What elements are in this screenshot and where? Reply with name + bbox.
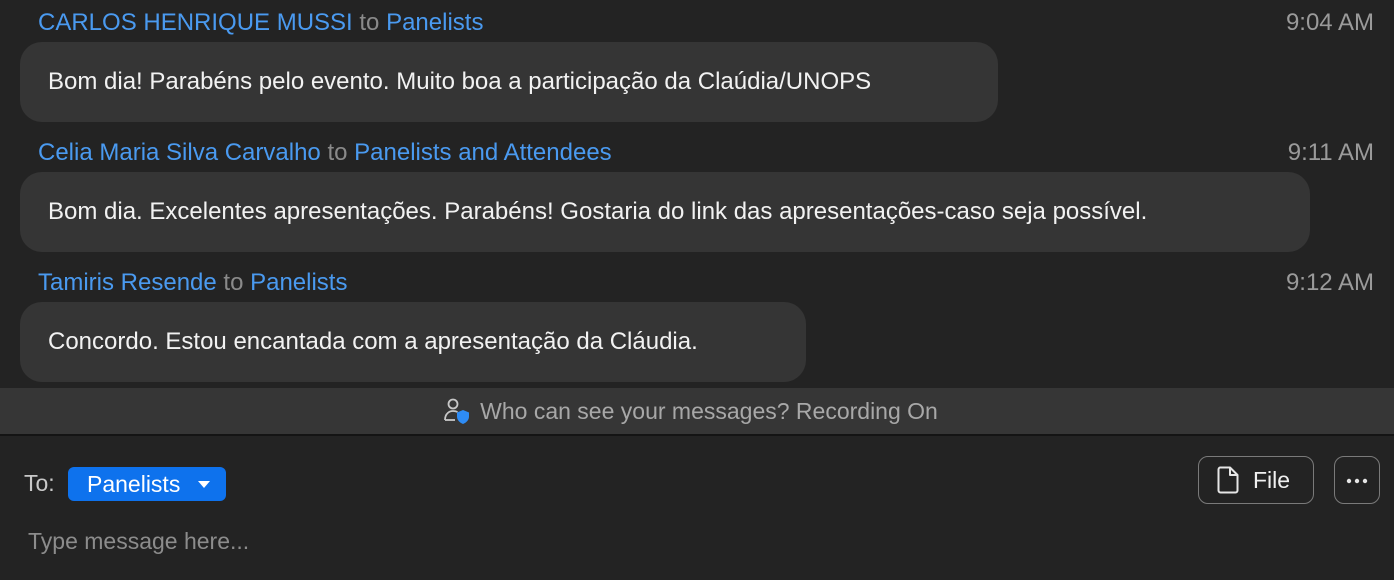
message-bubble[interactable]: Concordo. Estou encantada com a apresent… xyxy=(20,302,806,382)
message-sender[interactable]: CARLOS HENRIQUE MUSSI xyxy=(38,9,353,36)
message-to-word: to xyxy=(327,139,348,166)
file-icon xyxy=(1217,466,1239,494)
message-sender[interactable]: Tamiris Resende xyxy=(38,269,217,296)
message-time: 9:12 AM xyxy=(1285,269,1374,296)
message-input[interactable] xyxy=(28,524,1368,558)
file-button-label: File xyxy=(1253,466,1291,493)
message-visibility-notice[interactable]: Who can see your messages? Recording On xyxy=(0,388,1394,436)
chat-messages-area[interactable]: CARLOS HENRIQUE MUSSI to Panelists 9:04 … xyxy=(0,0,1394,388)
recipient-dropdown[interactable]: Panelists xyxy=(68,467,226,501)
recipient-selected: Panelists xyxy=(87,471,181,497)
caret-down-icon xyxy=(198,481,210,488)
message-bubble[interactable]: Bom dia. Excelentes apresentações. Parab… xyxy=(20,172,1310,252)
message-text: Bom dia! Parabéns pelo evento. Muito boa… xyxy=(48,68,872,95)
more-icon xyxy=(1345,471,1369,489)
compose-area: To: Panelists File xyxy=(0,436,1394,580)
to-label: To: xyxy=(24,470,55,496)
message-bubble[interactable]: Bom dia! Parabéns pelo evento. Muito boa… xyxy=(20,42,998,122)
message-to-word: to xyxy=(359,9,380,36)
file-button[interactable]: File xyxy=(1198,456,1314,504)
message-recipient: Panelists xyxy=(250,269,348,296)
message-recipient: Panelists and Attendees xyxy=(354,139,612,166)
message-header: Celia Maria Silva Carvalho to Panelists … xyxy=(38,138,1374,168)
message-text: Bom dia. Excelentes apresentações. Parab… xyxy=(48,198,1148,225)
message-header: CARLOS HENRIQUE MUSSI to Panelists 9:04 … xyxy=(38,8,1374,38)
more-options-button[interactable] xyxy=(1334,456,1380,504)
person-shield-icon xyxy=(442,396,472,426)
notice-text: Who can see your messages? Recording On xyxy=(480,397,938,424)
message-sender[interactable]: Celia Maria Silva Carvalho xyxy=(38,139,321,166)
message-time: 9:04 AM xyxy=(1285,9,1374,36)
message-text: Concordo. Estou encantada com a apresent… xyxy=(48,328,698,355)
message-to-word: to xyxy=(223,269,244,296)
message-recipient: Panelists xyxy=(386,9,484,36)
message-time: 9:11 AM xyxy=(1287,139,1374,166)
message-header: Tamiris Resende to Panelists 9:12 AM xyxy=(38,268,1374,298)
